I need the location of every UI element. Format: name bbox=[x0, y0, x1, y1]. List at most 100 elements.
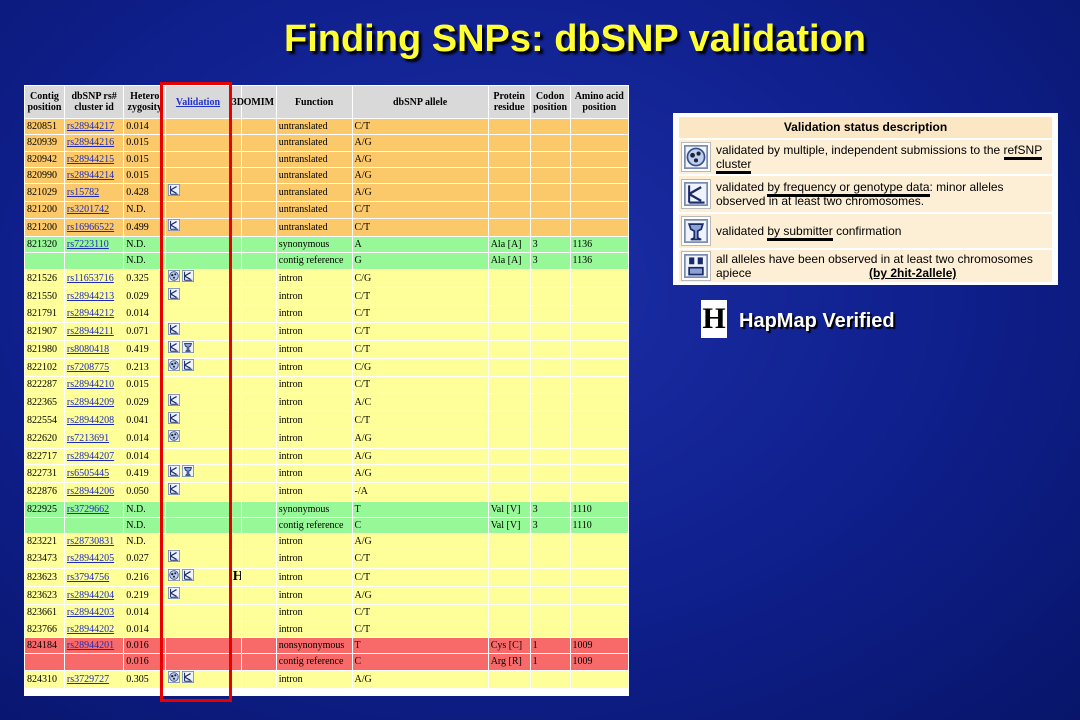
legend-title: Validation status description bbox=[679, 117, 1052, 138]
rs-link[interactable]: rs28730831 bbox=[67, 536, 114, 547]
cell-omim bbox=[241, 430, 276, 448]
rs-link[interactable]: rs8080418 bbox=[67, 344, 109, 355]
rs-link[interactable]: rs28944206 bbox=[67, 486, 114, 497]
cell-codon-position: 3 bbox=[530, 517, 570, 534]
cell-omim bbox=[241, 517, 276, 534]
cell-3d bbox=[230, 412, 241, 430]
rs-link[interactable]: rs3794756 bbox=[67, 572, 109, 583]
cell-protein-residue bbox=[488, 306, 530, 322]
cell-function: untranslated bbox=[276, 119, 352, 135]
cell-omim bbox=[241, 448, 276, 464]
cell-allele: C/T bbox=[352, 218, 488, 237]
rs-link[interactable]: rs28944216 bbox=[67, 137, 114, 148]
table-row: 822102 rs7208775 0.213 intron C/G bbox=[25, 359, 628, 377]
cell-function: untranslated bbox=[276, 135, 352, 151]
cell-codon-position: 3 bbox=[530, 237, 570, 253]
table-row: 823623 rs3794756 0.216 Hintron C/T bbox=[25, 568, 628, 587]
cell-contig-position bbox=[25, 517, 64, 534]
cell-allele: C/T bbox=[352, 605, 488, 621]
table-row: 822365 rs28944209 0.029 intron A/C bbox=[25, 393, 628, 412]
cell-contig-position: 821200 bbox=[25, 202, 64, 218]
cell-allele: C/G bbox=[352, 269, 488, 287]
cell-contig-position: 823766 bbox=[25, 621, 64, 637]
cell-omim bbox=[241, 464, 276, 483]
rs-link[interactable]: rs28944212 bbox=[67, 308, 114, 319]
rs-link[interactable]: rs28944202 bbox=[67, 624, 114, 635]
cell-omim bbox=[241, 393, 276, 412]
cell-function: intron bbox=[276, 269, 352, 287]
cell-rs-id: rs11653716 bbox=[64, 269, 124, 287]
cell-omim bbox=[241, 377, 276, 393]
cell-function: untranslated bbox=[276, 202, 352, 218]
legend-row-text: validated by frequency or genotype data:… bbox=[716, 180, 1052, 208]
rs-link[interactable]: rs28944201 bbox=[67, 640, 114, 651]
rs-link[interactable]: rs28944203 bbox=[67, 607, 114, 618]
cell-contig-position: 823623 bbox=[25, 587, 64, 605]
cell-protein-residue bbox=[488, 670, 530, 688]
rs-link[interactable]: rs28944214 bbox=[67, 170, 114, 181]
cell-codon-position: 1 bbox=[530, 654, 570, 670]
cell-rs-id bbox=[64, 517, 124, 534]
legend-rows: validated by multiple, independent submi… bbox=[679, 140, 1052, 282]
cell-allele: C/G bbox=[352, 359, 488, 377]
cell-function: nonsynonymous bbox=[276, 637, 352, 654]
cell-contig-position bbox=[25, 654, 64, 670]
cell-amino-acid-position bbox=[570, 568, 628, 587]
rs-link[interactable]: rs28944210 bbox=[67, 379, 114, 390]
rs-link[interactable]: rs7208775 bbox=[67, 362, 109, 373]
rs-link[interactable]: rs3729727 bbox=[67, 674, 109, 685]
cell-omim bbox=[241, 218, 276, 237]
table-row: 821550 rs28944213 0.029 intron C/T bbox=[25, 287, 628, 306]
rs-link[interactable]: rs28944209 bbox=[67, 397, 114, 408]
cell-rs-id: rs28944203 bbox=[64, 605, 124, 621]
table-row: 822876 rs28944206 0.050 intron -/A bbox=[25, 483, 628, 501]
legend-row: validated by multiple, independent submi… bbox=[679, 140, 1052, 174]
cell-protein-residue bbox=[488, 550, 530, 568]
rs-link[interactable]: rs15782 bbox=[67, 187, 99, 198]
legend-text: validated bbox=[716, 224, 768, 238]
rs-link[interactable]: rs28944205 bbox=[67, 553, 114, 564]
rs-link[interactable]: rs16966522 bbox=[67, 222, 114, 233]
table-row: 824184 rs28944201 0.016 nonsynonymous T Cys [… bbox=[25, 637, 628, 654]
cell-function: untranslated bbox=[276, 184, 352, 202]
table-row: 821980 rs8080418 0.419 intron C/T bbox=[25, 340, 628, 359]
cell-protein-residue bbox=[488, 605, 530, 621]
cell-function: intron bbox=[276, 340, 352, 359]
cell-rs-id: rs7208775 bbox=[64, 359, 124, 377]
rs-link[interactable]: rs11653716 bbox=[67, 273, 114, 284]
cell-allele: A/G bbox=[352, 448, 488, 464]
cell-protein-residue bbox=[488, 587, 530, 605]
cell-3d bbox=[230, 654, 241, 670]
cell-codon-position: 3 bbox=[530, 501, 570, 517]
table-row: 822717 rs28944207 0.014 intron A/G bbox=[25, 448, 628, 464]
cell-codon-position bbox=[530, 269, 570, 287]
rs-link[interactable]: rs28944215 bbox=[67, 154, 114, 165]
cell-codon-position: 3 bbox=[530, 253, 570, 269]
cell-omim bbox=[241, 322, 276, 340]
rs-link[interactable]: rs7213691 bbox=[67, 433, 109, 444]
cell-protein-residue: Arg [R] bbox=[488, 654, 530, 670]
cell-allele: A bbox=[352, 237, 488, 253]
rs-link[interactable]: rs3201742 bbox=[67, 204, 109, 215]
cell-protein-residue bbox=[488, 464, 530, 483]
cell-3d bbox=[230, 287, 241, 306]
rs-link[interactable]: rs6505445 bbox=[67, 468, 109, 479]
rs-link[interactable]: rs28944213 bbox=[67, 291, 114, 302]
cell-contig-position: 822876 bbox=[25, 483, 64, 501]
cell-contig-position: 820939 bbox=[25, 135, 64, 151]
cell-contig-position: 821550 bbox=[25, 287, 64, 306]
cell-contig-position: 822620 bbox=[25, 430, 64, 448]
rs-link[interactable]: rs28944211 bbox=[67, 326, 114, 337]
rs-link[interactable]: rs28944207 bbox=[67, 451, 114, 462]
table-row: N.D. contig reference G Ala [A] 3 1136 bbox=[25, 253, 628, 269]
cell-3d bbox=[230, 605, 241, 621]
cell-omim bbox=[241, 237, 276, 253]
rs-link[interactable]: rs28944204 bbox=[67, 590, 114, 601]
rs-link[interactable]: rs3729662 bbox=[67, 504, 109, 515]
cell-contig-position: 823473 bbox=[25, 550, 64, 568]
cell-omim bbox=[241, 287, 276, 306]
rs-link[interactable]: rs7223110 bbox=[67, 239, 109, 250]
rs-link[interactable]: rs28944208 bbox=[67, 415, 114, 426]
cell-3d bbox=[230, 322, 241, 340]
rs-link[interactable]: rs28944217 bbox=[67, 121, 114, 132]
